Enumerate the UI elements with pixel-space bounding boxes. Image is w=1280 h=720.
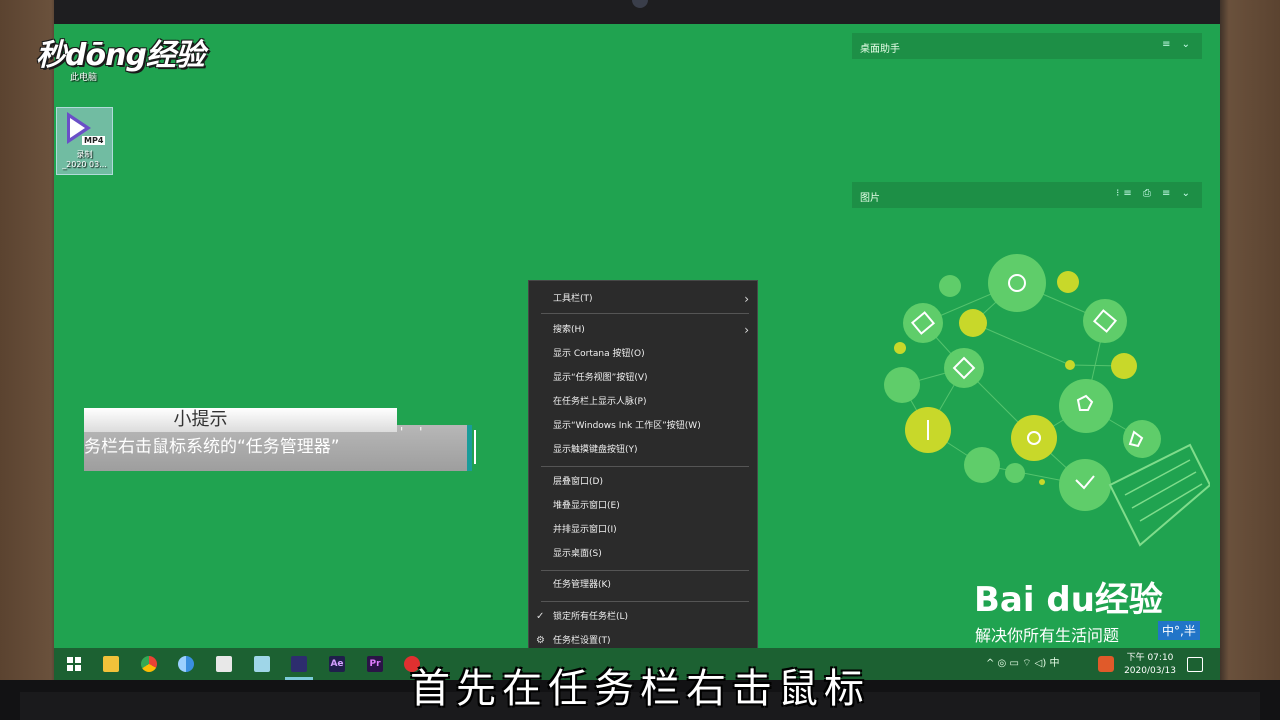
mp4-desktop-icon[interactable]: MP4 录制 _2020 03... [56,107,113,175]
video-subtitle: 首先在任务栏右击鼠标 [410,666,870,712]
chevron-right-icon: › [744,323,749,337]
camera-notch [632,0,648,8]
ime-indicator[interactable]: 中°,半 [1158,621,1200,640]
menu-separator [541,313,749,314]
menu-item-cascade-windows[interactable]: 层叠窗口(D) [553,472,757,492]
widget-title: 桌面助手 [860,44,900,55]
menu-item-show-cortana[interactable]: 显示 Cortana 按钮(O) [553,344,757,364]
menu-item-stack-windows[interactable]: 堆叠显示窗口(E) [553,496,757,516]
chevron-right-icon: › [744,292,749,306]
menu-item-show-touch-keyboard[interactable]: 显示触摸键盘按钮(Y) [553,440,757,460]
menu-item-show-ink-workspace[interactable]: 显示“Windows Ink 工作区”按钮(W) [553,416,757,436]
watermark-logo: 秒dōng经验 [36,38,205,73]
menu-item-lock-taskbars[interactable]: ✓ 锁定所有任务栏(L) [536,607,757,627]
mp4-caption-line1: 录制 [76,150,93,159]
menu-item-side-by-side[interactable]: 并排显示窗口(I) [553,520,757,540]
menu-item-show-task-view[interactable]: 显示“任务视图”按钮(V) [553,368,757,388]
menu-item-task-manager[interactable]: 任务管理器(K) [553,575,757,595]
tip-accent-bar [474,430,476,464]
checkmark-icon: ✓ [536,611,545,622]
menu-item-show-desktop[interactable]: 显示桌面(S) [553,544,757,564]
lightbulb-illustration [884,254,1210,547]
mp4-badge: MP4 [82,136,106,145]
pictures-widget[interactable]: 图片 ⁝≡ ⎙ ≡ ⌄ [852,182,1202,208]
desktop-assistant-widget[interactable]: 桌面助手 ≡ ⌄ [852,33,1202,59]
menu-item-toolbars[interactable]: 工具栏(T) › [553,289,757,309]
taskbar-context-menu: 工具栏(T) › 搜索(H) › 显示 Cortana 按钮(O) 显示“任务视图”… [528,280,758,654]
menu-item-search[interactable]: 搜索(H) › [553,320,757,340]
tip-dots: ' ' [400,425,429,439]
menu-item-show-people[interactable]: 在任务栏上显示人脉(P) [553,392,757,412]
tip-title: 小提示 [84,408,397,432]
baidu-slogan: 解决你所有生活问题 [975,626,1120,645]
menu-separator [541,601,749,602]
mp4-caption-line2: _2020 03... [62,160,107,169]
widget-title: 图片 [860,193,880,204]
baidu-logo: Bai du经验 [974,580,1163,620]
widget-menu-icon[interactable]: ⁝≡ ⎙ ≡ ⌄ [1116,188,1194,199]
laptop-bezel [54,0,1220,24]
menu-separator [541,466,749,467]
menu-separator [541,570,749,571]
widget-menu-icon[interactable]: ≡ ⌄ [1162,39,1194,50]
this-pc-label: 此电脑 [70,73,98,83]
